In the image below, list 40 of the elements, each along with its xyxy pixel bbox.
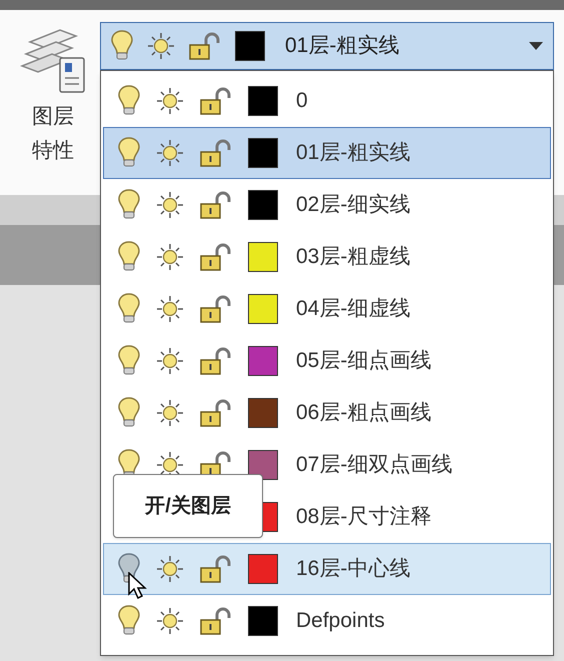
unlocked-padlock-icon[interactable] xyxy=(200,139,232,167)
sun-icon[interactable] xyxy=(147,32,175,60)
sun-icon[interactable] xyxy=(156,243,184,271)
sun-icon[interactable] xyxy=(156,399,184,427)
layer-dropdown[interactable]: 01层-粗实线 xyxy=(100,22,554,70)
unlocked-padlock-icon[interactable] xyxy=(200,243,232,271)
layer-name: 03层-粗虚线 xyxy=(296,244,410,270)
unlocked-padlock-icon[interactable] xyxy=(200,295,232,323)
sun-icon[interactable] xyxy=(156,555,184,583)
selected-layer-name: 01层-粗实线 xyxy=(285,33,400,60)
unlocked-padlock-icon[interactable] xyxy=(200,399,232,427)
unlocked-padlock-icon[interactable] xyxy=(200,347,232,375)
layer-row[interactable]: 01层-粗实线 xyxy=(103,127,551,179)
layer-name: 0 xyxy=(296,88,308,114)
sun-icon[interactable] xyxy=(156,607,184,635)
panel-label: 图层 xyxy=(32,104,74,130)
sun-icon[interactable] xyxy=(156,347,184,375)
layer-name: 05层-细点画线 xyxy=(296,348,432,374)
layer-row[interactable]: 16层-中心线 xyxy=(103,543,551,595)
layer-name: 04层-细虚线 xyxy=(296,296,410,322)
layer-name: 16层-中心线 xyxy=(296,556,410,582)
sun-icon[interactable] xyxy=(156,87,184,115)
layer-name: 06层-粗点画线 xyxy=(296,400,432,426)
unlocked-padlock-icon[interactable] xyxy=(200,87,232,115)
panel-label: 特性 xyxy=(32,138,74,164)
unlocked-padlock-icon[interactable] xyxy=(200,191,232,219)
layer-name: 01层-粗实线 xyxy=(296,140,410,166)
mouse-pointer-icon xyxy=(128,572,150,600)
tooltip-text: 开/关图层 xyxy=(145,494,231,519)
layer-name: 02层-细实线 xyxy=(296,192,410,218)
unlocked-padlock-icon[interactable] xyxy=(200,555,232,583)
dropdown-arrow-icon xyxy=(529,42,543,50)
layer-name: 07层-细双点画线 xyxy=(296,452,452,478)
sun-icon[interactable] xyxy=(156,191,184,219)
sun-icon[interactable] xyxy=(156,139,184,167)
layer-name: 08层-尺寸注释 xyxy=(296,504,432,530)
unlocked-padlock-icon[interactable] xyxy=(189,32,221,60)
layer-name: Defpoints xyxy=(296,608,385,634)
sun-icon[interactable] xyxy=(156,295,184,323)
unlocked-padlock-icon[interactable] xyxy=(200,607,232,635)
